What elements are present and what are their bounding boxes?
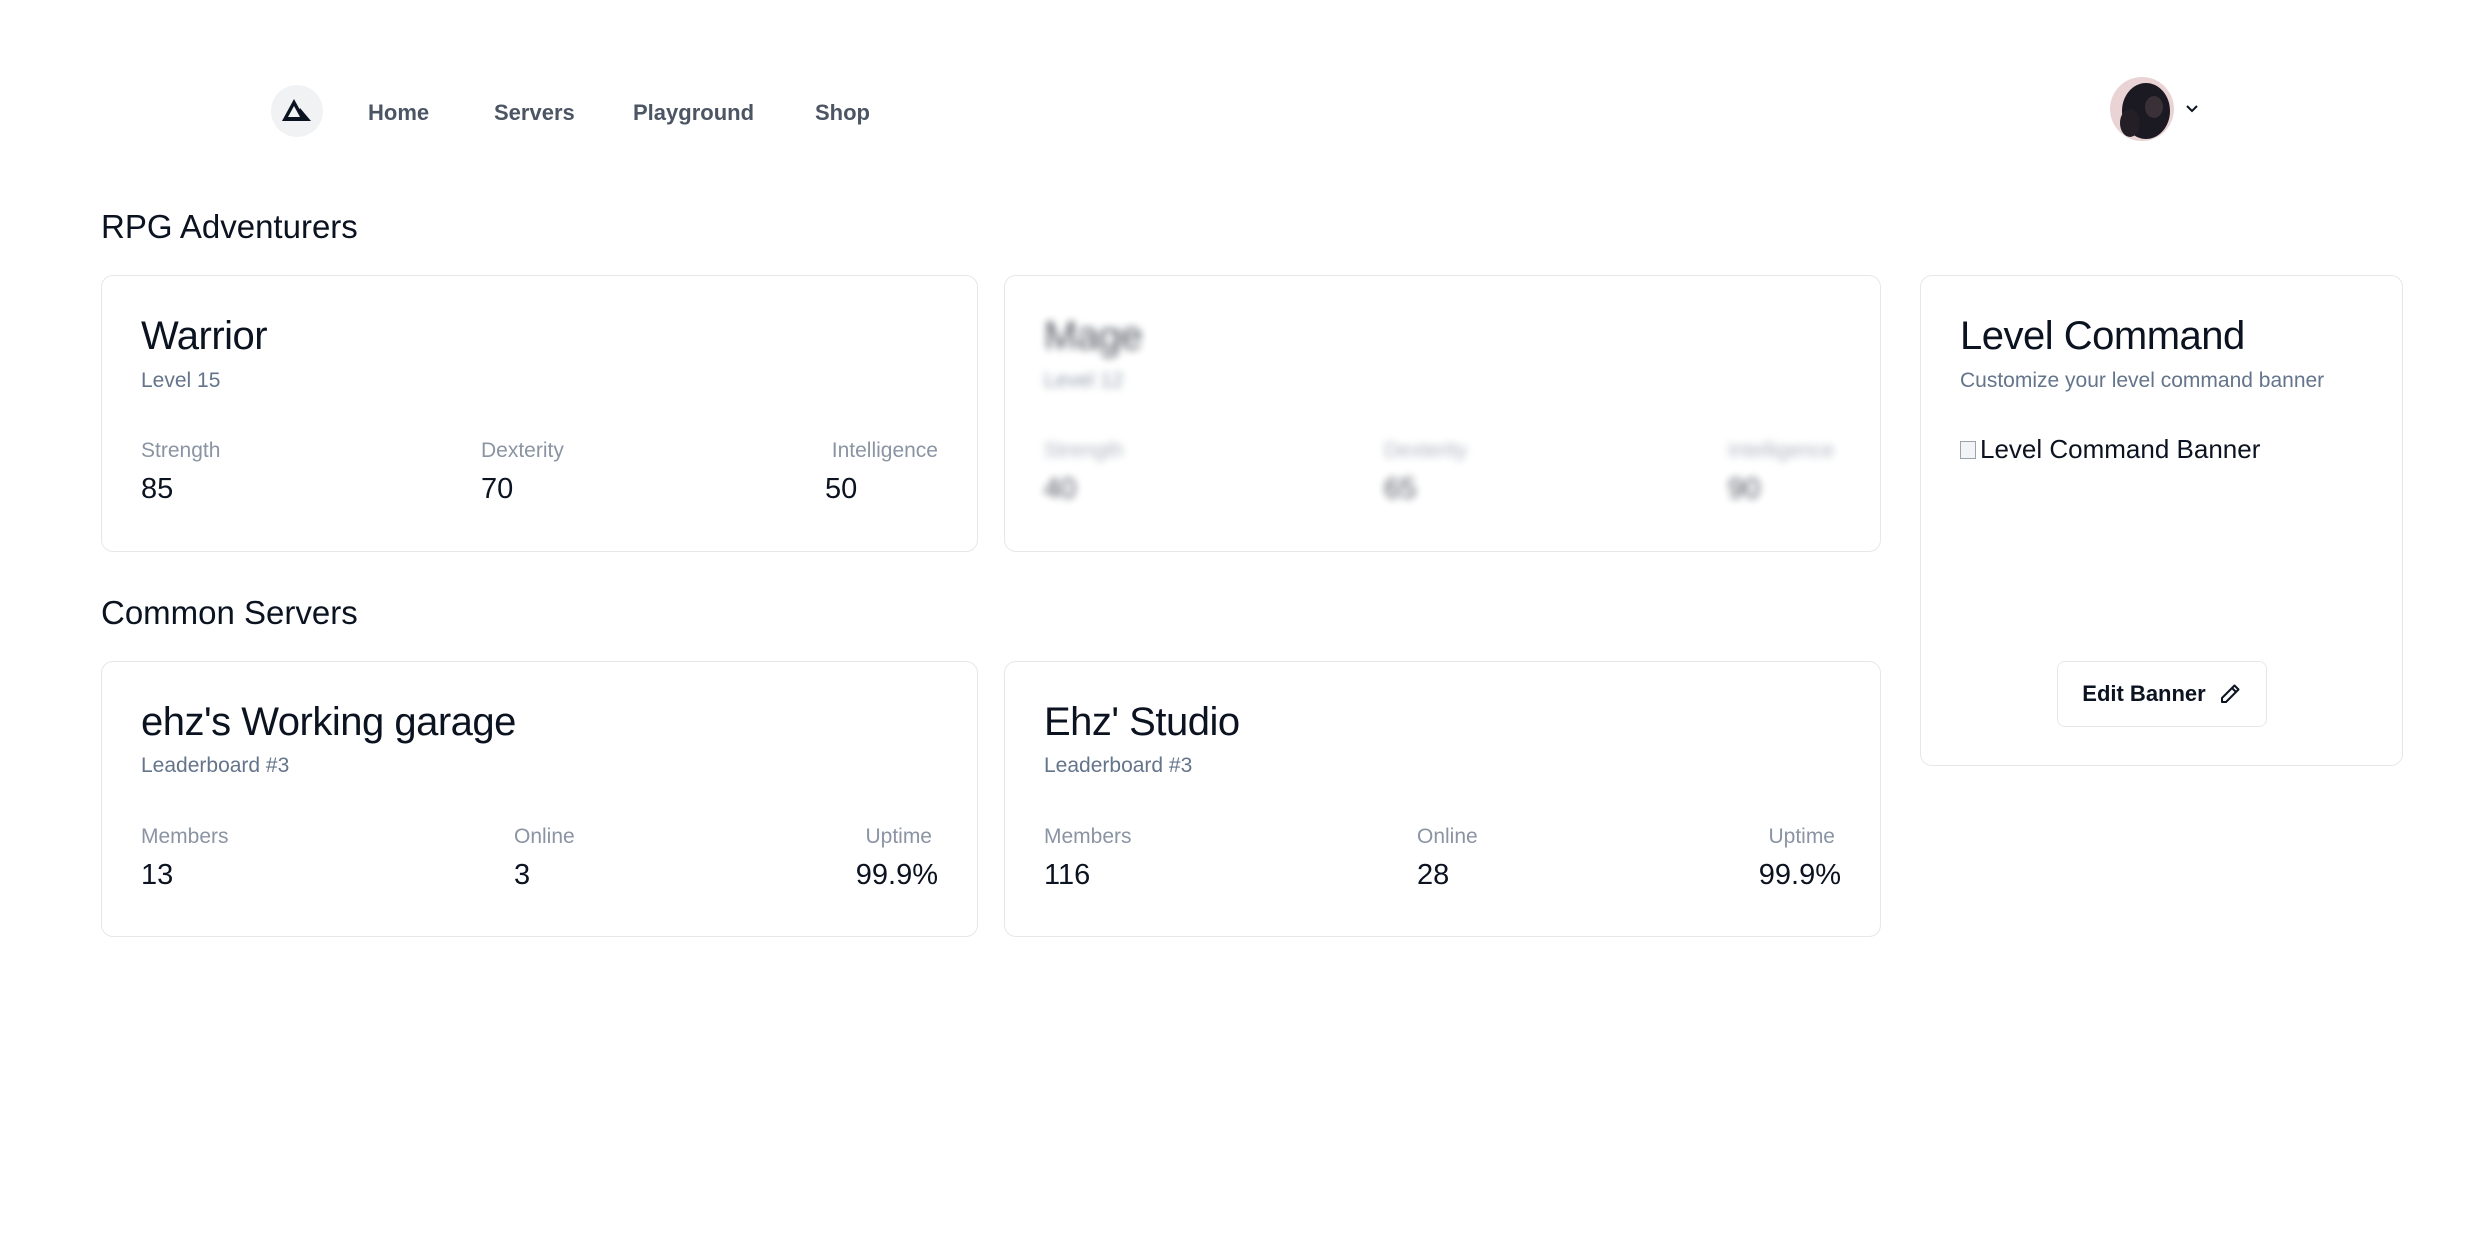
character-card-mage[interactable]: Mage Level 12 Strength 40 Dexterity 65 I…	[1004, 275, 1881, 552]
top-navbar: Home Servers Playground Shop	[0, 0, 2491, 230]
section-title-rpg: RPG Adventurers	[101, 208, 358, 245]
nav-servers[interactable]: Servers	[494, 100, 575, 126]
server-card[interactable]: ehz's Working garage Leaderboard #3 Memb…	[101, 661, 978, 937]
level-command-banner-image: Level Command Banner	[1960, 434, 2260, 465]
server-name: Ehz' Studio	[1044, 700, 1240, 744]
server-name: ehz's Working garage	[141, 700, 516, 744]
edit-banner-label: Edit Banner	[2082, 681, 2206, 706]
server-card[interactable]: Ehz' Studio Leaderboard #3 Members 116 O…	[1004, 661, 1881, 937]
stat-label: Intelligence	[831, 439, 938, 462]
nav-home[interactable]: Home	[368, 100, 429, 126]
stat-value: 3	[514, 859, 531, 891]
stat-value: 90	[1728, 473, 1761, 505]
stat-label: Dexterity	[481, 439, 564, 462]
level-command-subtitle: Customize your level command banner	[1960, 369, 2325, 392]
pencil-icon	[2220, 684, 2240, 703]
stat-value: 13	[141, 859, 174, 891]
stat-value: 28	[1417, 859, 1450, 891]
stat-label: Strength	[141, 439, 221, 462]
edit-banner-button[interactable]: Edit Banner	[2057, 661, 2267, 727]
stat-label: Intelligence	[1728, 439, 1835, 462]
stat-value: 85	[141, 473, 174, 505]
section-title-servers: Common Servers	[101, 594, 358, 631]
level-command-title: Level Command	[1960, 314, 2245, 358]
server-rank: Leaderboard #3	[141, 754, 290, 777]
triangle-logo-icon	[282, 99, 311, 121]
chevron-down-icon[interactable]	[2182, 99, 2202, 119]
character-name: Mage	[1044, 314, 1143, 358]
banner-alt-text: Level Command Banner	[1980, 434, 2261, 464]
character-card-warrior[interactable]: Warrior Level 15 Strength 85 Dexterity 7…	[101, 275, 978, 552]
stat-value: 65	[1384, 473, 1417, 505]
stat-value: 40	[1044, 473, 1077, 505]
stat-label: Uptime	[865, 825, 932, 848]
user-menu[interactable]	[2110, 77, 2202, 141]
stat-label: Dexterity	[1384, 439, 1467, 462]
stat-label: Members	[1044, 825, 1132, 848]
stat-value: 99.9%	[855, 859, 938, 891]
character-level: Level 15	[141, 369, 221, 392]
server-rank: Leaderboard #3	[1044, 754, 1193, 777]
broken-image-icon	[1960, 440, 1976, 459]
stat-value: 50	[825, 473, 858, 505]
nav-shop[interactable]: Shop	[815, 100, 870, 126]
stat-label: Members	[141, 825, 229, 848]
level-command-card: Level Command Customize your level comma…	[1920, 275, 2403, 766]
app-logo[interactable]	[271, 85, 323, 137]
nav-playground[interactable]: Playground	[633, 100, 754, 126]
stat-label: Online	[514, 825, 575, 848]
avatar[interactable]	[2110, 77, 2174, 141]
stat-value: 99.9%	[1758, 859, 1841, 891]
stat-label: Strength	[1044, 439, 1124, 462]
character-name: Warrior	[141, 314, 268, 358]
stat-label: Uptime	[1768, 825, 1835, 848]
stat-value: 116	[1044, 859, 1091, 891]
stat-label: Online	[1417, 825, 1478, 848]
stat-value: 70	[481, 473, 514, 505]
character-level: Level 12	[1044, 369, 1124, 392]
